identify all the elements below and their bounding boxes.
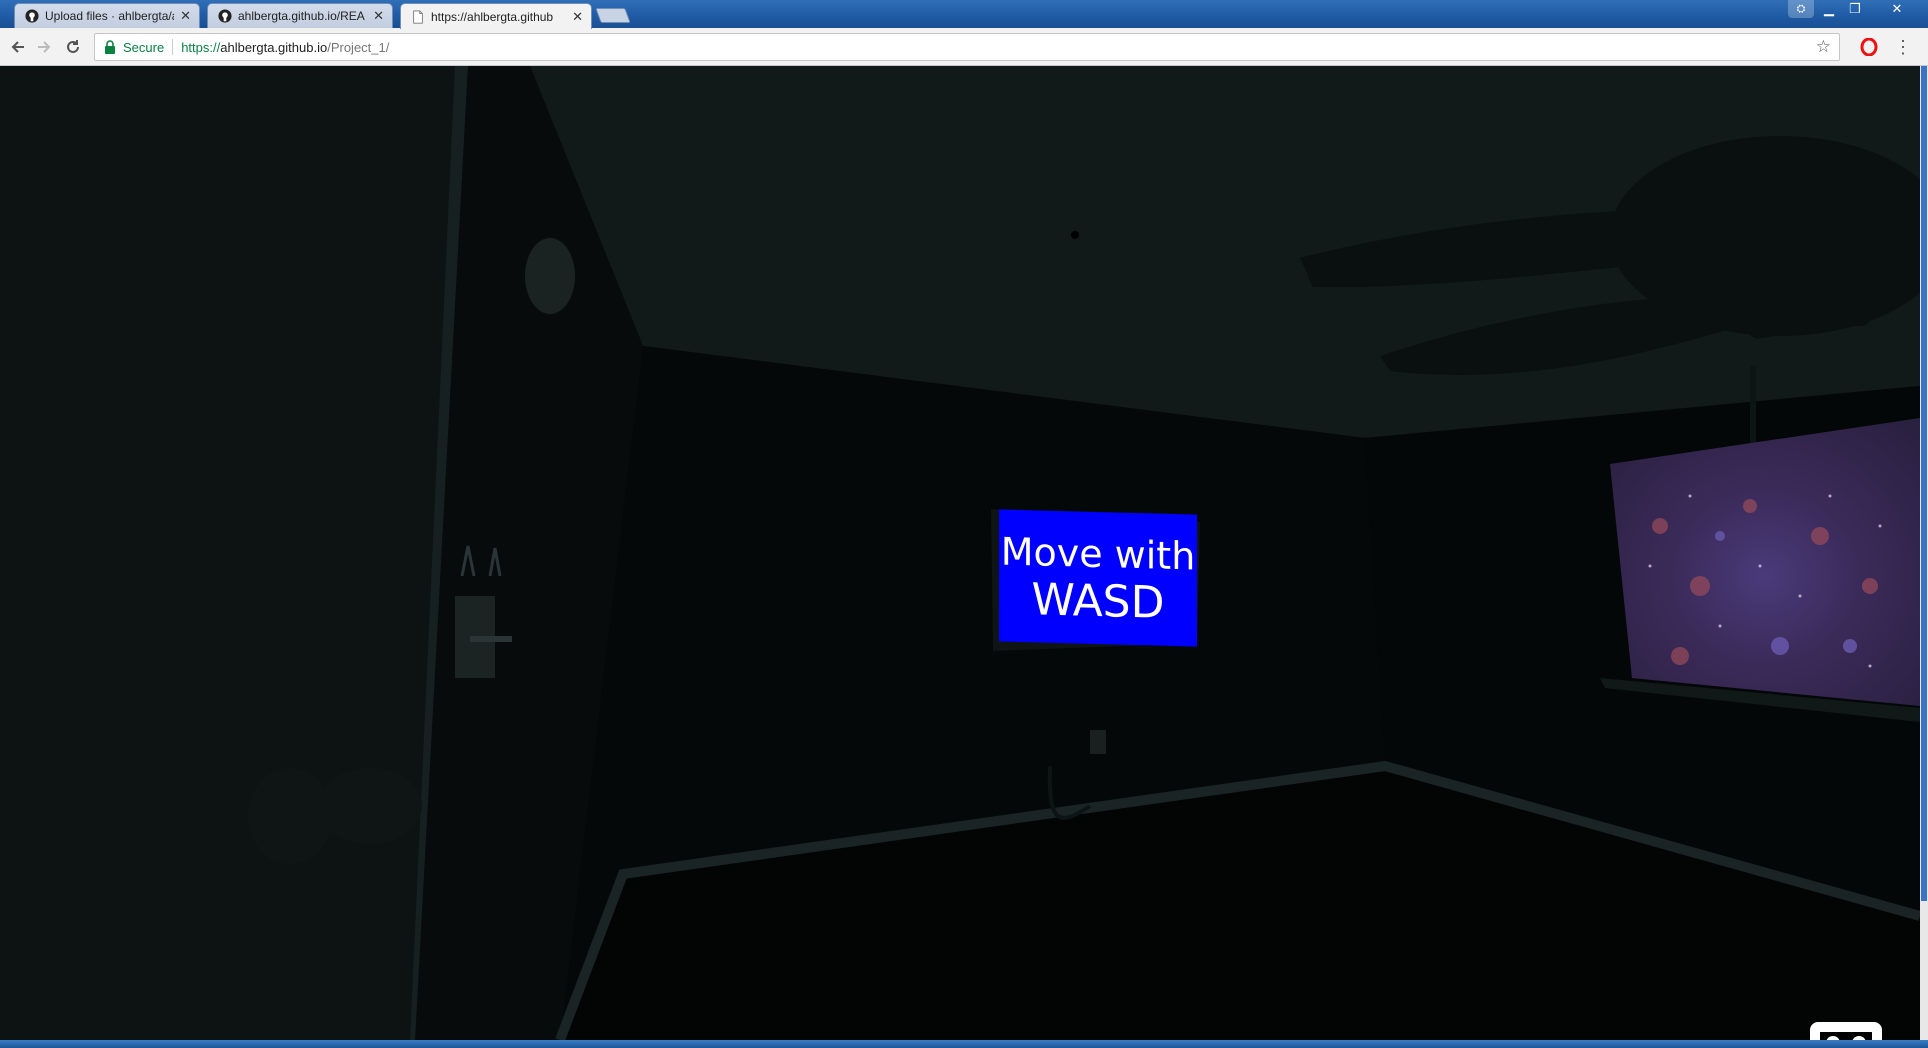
github-icon bbox=[218, 9, 232, 23]
shoe bbox=[248, 768, 332, 864]
vr-mode-button[interactable] bbox=[1810, 1022, 1882, 1040]
tab-label: ahlbergta.github.io/REA bbox=[238, 9, 365, 23]
webgl-scene-canvas[interactable]: Move with WASD bbox=[0, 66, 1920, 1040]
window-title-bar: Upload files · ahlbergta/a ✕ ahlbergta.g… bbox=[0, 0, 1928, 29]
back-arrow-icon[interactable] bbox=[6, 35, 30, 59]
restore-icon[interactable]: ❐ bbox=[1842, 0, 1868, 18]
url-path: /Project_1/ bbox=[327, 39, 390, 55]
page-scrollbar[interactable] bbox=[1920, 66, 1928, 1040]
tab-upload-files[interactable]: Upload files · ahlbergta/a ✕ bbox=[14, 3, 200, 28]
star-icon[interactable]: ☆ bbox=[1816, 37, 1831, 57]
kebab-menu-icon[interactable]: ⋮ bbox=[1894, 36, 1912, 58]
page-icon bbox=[413, 9, 423, 24]
close-icon[interactable]: ✕ bbox=[180, 8, 191, 24]
reload-icon[interactable] bbox=[61, 35, 85, 59]
left-wall bbox=[0, 66, 468, 1040]
tab-label: Upload files · ahlbergta/a bbox=[45, 9, 175, 23]
shoe bbox=[318, 768, 422, 844]
sign-line-2: WASD bbox=[1031, 574, 1165, 629]
tab-readme[interactable]: ahlbergta.github.io/REA ✕ bbox=[207, 3, 393, 28]
github-icon bbox=[25, 9, 39, 23]
close-icon[interactable]: ✕ bbox=[572, 9, 583, 25]
wall-outlet bbox=[1090, 730, 1106, 754]
tab-project-1[interactable]: https://ahlbergta.github ✕ bbox=[400, 3, 592, 29]
close-icon[interactable]: ✕ bbox=[373, 8, 384, 24]
security-label: Secure bbox=[123, 39, 165, 55]
new-tab-button[interactable] bbox=[595, 8, 631, 23]
browser-toolbar: Secure https://ahlbergta.github.io/Proje… bbox=[0, 28, 1928, 66]
room-scene bbox=[0, 66, 1920, 1040]
forward-arrow-icon[interactable] bbox=[32, 35, 56, 59]
minimize-icon[interactable]: ▁ bbox=[1816, 0, 1842, 18]
tab-label: https://ahlbergta.github bbox=[431, 9, 554, 24]
profile-icon[interactable]: ⛭ bbox=[1788, 0, 1814, 18]
divider bbox=[172, 39, 174, 55]
wall-decoration bbox=[525, 238, 575, 314]
space-painting bbox=[1610, 418, 1920, 706]
sign-line-1: Move with bbox=[1000, 529, 1196, 579]
window-close-icon[interactable]: ✕ bbox=[1880, 0, 1914, 18]
smoke-detector bbox=[1071, 231, 1079, 239]
scrollbar-thumb[interactable] bbox=[1921, 66, 1927, 901]
os-taskbar bbox=[0, 1040, 1928, 1048]
instruction-sign: Move with WASD bbox=[999, 509, 1197, 647]
address-bar[interactable]: Secure https://ahlbergta.github.io/Proje… bbox=[94, 33, 1840, 61]
url-scheme: https:// bbox=[181, 39, 221, 55]
opera-icon[interactable] bbox=[1860, 38, 1878, 56]
vr-headset-icon bbox=[1820, 1032, 1872, 1040]
url-host: ahlbergta.github.io bbox=[220, 39, 328, 55]
lock-icon bbox=[105, 40, 115, 54]
